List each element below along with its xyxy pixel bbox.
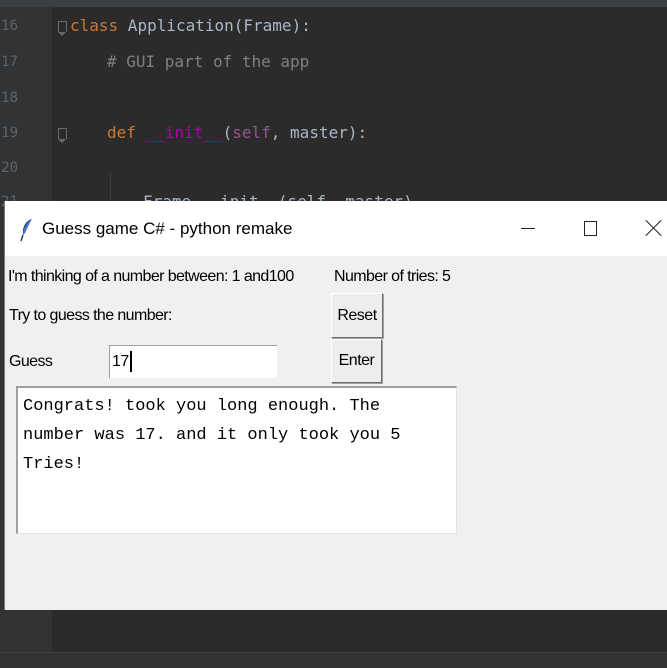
close-button[interactable] [631,210,667,246]
tries-label: Number of tries: 5 [334,268,451,285]
code-line-18[interactable]: 18 [0,86,667,110]
range-label: I'm thinking of a number between: 1 and1… [8,268,294,285]
code-line-16[interactable]: 16 class Application(Frame): [0,14,667,38]
window-titlebar[interactable]: Guess game C# - python remake [5,201,667,256]
fold-marker-icon[interactable] [58,128,67,143]
maximize-button[interactable] [567,210,613,246]
maximize-icon [583,220,597,236]
code-line-20[interactable]: 20 [0,156,667,180]
init-declaration: def __init__(self, master): [107,123,368,142]
line-number: 19 [1,125,18,141]
guess-label: Guess [9,353,53,370]
code-comment: # GUI part of the app [107,52,310,71]
minimize-icon [521,227,535,229]
enter-button[interactable]: Enter [331,339,382,383]
reset-button[interactable]: Reset [331,293,383,338]
close-icon [645,219,663,237]
line-number: 20 [1,160,18,176]
class-declaration: class Application(Frame): [70,16,311,35]
code-line-19[interactable]: 19 def __init__(self, master): [0,121,667,145]
editor-status-bar [0,652,667,668]
line-number: 17 [1,54,18,70]
minimize-button[interactable] [505,210,551,246]
line-number: 16 [1,18,18,34]
feather-icon [20,219,32,242]
code-line-17[interactable]: 17 # GUI part of the app [0,50,667,74]
guess-input[interactable] [109,345,277,378]
window-title: Guess game C# - python remake [42,219,293,238]
line-number: 18 [1,90,18,106]
editor-top-bar [0,0,667,7]
instruction-label: Try to guess the number: [9,307,172,324]
text-cursor [130,351,132,372]
indent-guide [110,172,111,202]
result-textbox[interactable]: Congrats! took you long enough. The numb… [16,386,457,534]
fold-marker-icon[interactable] [58,21,67,36]
guess-game-window: Guess game C# - python remake I'm thinki… [4,201,667,610]
